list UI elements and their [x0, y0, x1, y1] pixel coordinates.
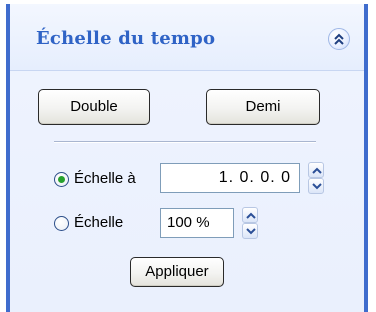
scale-percent-spinner[interactable] [242, 207, 258, 239]
scale-to-time-field[interactable]: 1. 0. 0. 0 [160, 163, 300, 193]
chevron-up-icon [312, 167, 322, 174]
scale-percent-radio[interactable] [54, 216, 69, 231]
scale-to-radio[interactable] [54, 172, 69, 187]
panel-title: Échelle du tempo [36, 28, 216, 49]
scale-percent-field[interactable]: 100 % [160, 208, 234, 238]
scale-to-spinner[interactable] [308, 162, 324, 194]
chevron-down-icon [246, 228, 256, 235]
scale-percent-label: Échelle [74, 214, 124, 231]
tempo-scale-panel: Échelle du tempo Double Demi Échelle à 1… [6, 4, 368, 312]
spin-down-button[interactable] [308, 178, 324, 194]
spin-up-button[interactable] [308, 162, 324, 178]
panel-header[interactable]: Échelle du tempo [10, 4, 364, 71]
separator [54, 141, 316, 143]
collapse-button[interactable] [328, 28, 350, 50]
spin-up-button[interactable] [242, 207, 258, 223]
panel-body: Double Demi Échelle à 1. 0. 0. 0 Échelle… [10, 71, 364, 312]
apply-button[interactable]: Appliquer [130, 257, 224, 287]
scale-to-label: Échelle à [74, 170, 136, 187]
demi-button[interactable]: Demi [206, 89, 320, 125]
chevron-down-icon [312, 183, 322, 190]
spin-down-button[interactable] [242, 223, 258, 239]
double-chevron-up-icon [334, 33, 344, 45]
chevron-up-icon [246, 212, 256, 219]
double-button[interactable]: Double [38, 89, 150, 125]
radio-selected-dot [58, 176, 65, 183]
